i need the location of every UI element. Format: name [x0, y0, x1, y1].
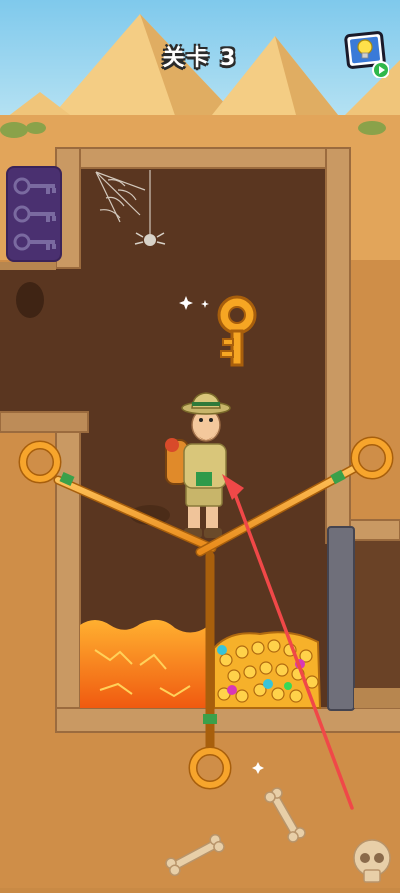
hint-button[interactable]	[343, 30, 390, 79]
stone-pillar	[327, 526, 355, 711]
game-scene	[0, 0, 400, 888]
key-slot-1	[13, 177, 56, 195]
key-slot-2	[13, 205, 56, 223]
key-slot-3	[13, 233, 56, 251]
keys-collected-panel	[6, 166, 62, 262]
treasure-pile	[213, 631, 322, 709]
lava-pool	[80, 619, 208, 708]
level-title: 关卡 3	[162, 46, 238, 71]
play-icon	[372, 61, 390, 79]
